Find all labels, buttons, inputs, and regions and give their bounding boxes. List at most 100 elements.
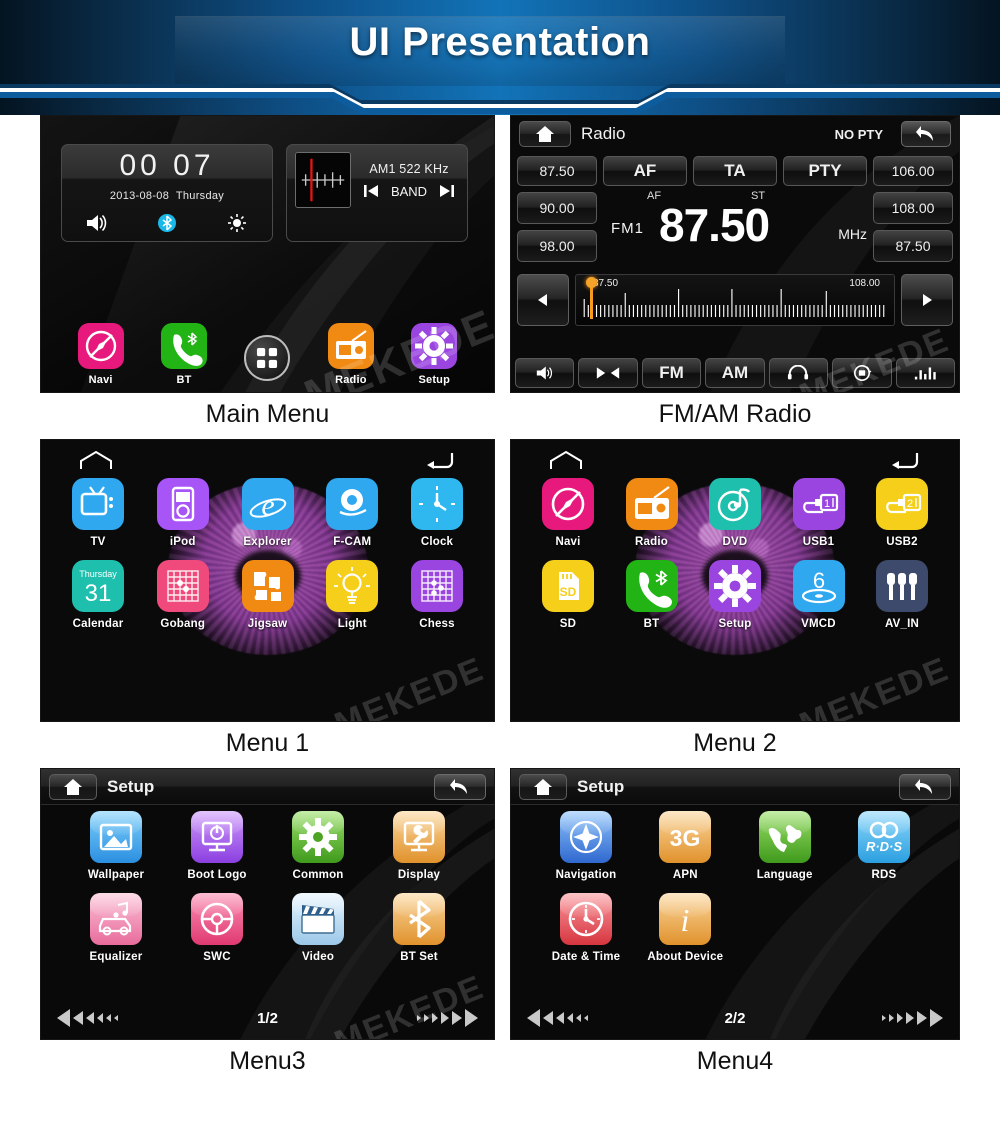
back-button[interactable] (434, 774, 486, 800)
3g-icon[interactable]: 3G (659, 811, 712, 863)
gear-icon[interactable] (411, 323, 458, 369)
dock-item-apps[interactable] (230, 335, 304, 386)
usb2-icon[interactable]: 2 (876, 478, 928, 530)
gear-icon[interactable] (292, 811, 344, 863)
display-wrench-icon[interactable] (393, 811, 445, 863)
radio-icon[interactable] (625, 478, 678, 530)
sd-icon[interactable]: SD (542, 560, 594, 612)
setup-item-video[interactable]: Video (277, 893, 359, 963)
prev-icon[interactable] (363, 184, 379, 198)
compass-icon[interactable] (77, 323, 124, 369)
main-menu-screen[interactable]: 00 07 2013-08-08 Thursday AM1 522 KHz BA… (40, 115, 495, 393)
volume-button[interactable] (515, 358, 575, 388)
menu1-screen[interactable]: TV iPod e Explorer F-CAM Clock Thursday … (40, 439, 495, 722)
app-radio[interactable]: Radio (613, 478, 691, 548)
app-usb2[interactable]: 2 USB2 (863, 478, 941, 548)
vmcd-icon[interactable]: 6 (792, 560, 845, 612)
image-icon[interactable] (90, 811, 142, 863)
setup-item-about-device[interactable]: i About Device (644, 893, 726, 963)
back-button[interactable] (899, 774, 951, 800)
car-music-icon[interactable] (90, 893, 142, 945)
setup-item-date-time[interactable]: Date & Time (545, 893, 627, 963)
apps-grid-icon[interactable] (244, 335, 291, 381)
bluetooth-icon[interactable] (393, 893, 445, 945)
preset-button[interactable]: 87.50 (873, 230, 953, 262)
setup-item-language[interactable]: Language (744, 811, 826, 881)
pty-button[interactable]: PTY (783, 156, 867, 186)
volume-icon[interactable] (84, 212, 110, 234)
preset-button[interactable]: 108.00 (873, 192, 953, 224)
scan-button[interactable] (832, 358, 892, 388)
app-jigsaw[interactable]: Jigsaw (229, 560, 307, 630)
dock-item-radio[interactable]: Radio (314, 323, 388, 386)
app-avin[interactable]: AV_IN (863, 560, 941, 630)
prev-page-arrows[interactable] (527, 1009, 705, 1027)
preset-button[interactable]: 87.50 (517, 156, 597, 186)
preset-button[interactable]: 98.00 (517, 230, 597, 262)
home-outline-icon[interactable] (79, 450, 113, 470)
frequency-scale[interactable]: 87.50 108.00 (575, 274, 895, 326)
setup-page2-screen[interactable]: Setup Navigation 3G APN Language R·D·S R… (510, 768, 960, 1040)
af-button[interactable]: AF (603, 156, 687, 186)
usb1-icon[interactable]: 1 (792, 478, 845, 530)
app-setup[interactable]: Setup (696, 560, 774, 630)
ipod-icon[interactable] (156, 478, 209, 530)
am-button[interactable]: AM (705, 358, 765, 388)
dock-item-bt[interactable]: BT (147, 323, 221, 386)
next-page-arrows[interactable] (765, 1009, 943, 1027)
gear-icon[interactable] (709, 560, 761, 612)
home-button[interactable] (519, 121, 571, 147)
fm-button[interactable]: FM (641, 358, 702, 388)
setup-item-bt-set[interactable]: BT Set (378, 893, 460, 963)
menu2-screen[interactable]: Navi Radio DVD 1 USB1 2 USB2 SD SD BT Se… (510, 439, 960, 722)
app-sd[interactable]: SD SD (529, 560, 607, 630)
rds-icon[interactable]: R·D·S (857, 811, 910, 863)
setup-item-navigation[interactable]: Navigation (545, 811, 627, 881)
clapper-icon[interactable] (292, 893, 344, 945)
band-button-label[interactable]: BAND (391, 184, 427, 199)
chess-icon[interactable] (411, 560, 463, 612)
home-button[interactable] (519, 774, 567, 800)
clock-widget[interactable]: 00 07 2013-08-08 Thursday (61, 144, 273, 242)
app-navi[interactable]: Navi (529, 478, 607, 548)
setup-item-swc[interactable]: SWC (176, 893, 258, 963)
bluetooth-icon[interactable] (154, 212, 180, 234)
bulb-icon[interactable] (326, 560, 379, 612)
camera-icon[interactable] (326, 478, 379, 530)
app-chess[interactable]: Chess (398, 560, 476, 630)
home-button[interactable] (49, 774, 97, 800)
setup-item-display[interactable]: Display (378, 811, 460, 881)
gobang-icon[interactable] (156, 560, 209, 612)
seek-button[interactable] (578, 358, 638, 388)
app-fcam[interactable]: F-CAM (313, 478, 391, 548)
preset-button[interactable]: 90.00 (517, 192, 597, 224)
power-monitor-icon[interactable] (191, 811, 243, 863)
equalizer-button[interactable] (895, 358, 955, 388)
ta-button[interactable]: TA (693, 156, 777, 186)
info-icon[interactable]: i (659, 893, 712, 945)
next-page-arrows[interactable] (298, 1009, 478, 1027)
app-bt[interactable]: BT (613, 560, 691, 630)
dvd-icon[interactable] (709, 478, 761, 530)
globe-icon[interactable] (758, 811, 811, 863)
compass-nav-icon[interactable] (560, 811, 612, 863)
app-calendar[interactable]: Thursday 31 Calendar (59, 560, 137, 630)
tune-up-button[interactable] (901, 274, 953, 326)
tune-down-button[interactable] (517, 274, 569, 326)
dock-item-setup[interactable]: Setup (397, 323, 471, 386)
back-button[interactable] (901, 121, 951, 147)
dock-item-navi[interactable]: Navi (64, 323, 138, 386)
setup-item-common[interactable]: Common (277, 811, 359, 881)
radio-screen[interactable]: Radio NO PTY 87.50 AF TA PTY 106.00 90.0… (510, 115, 960, 393)
setup-item-rds[interactable]: R·D·S RDS (843, 811, 925, 881)
steering-icon[interactable] (191, 893, 243, 945)
radio-icon[interactable] (327, 323, 374, 369)
setup-item-equalizer[interactable]: Equalizer (75, 893, 157, 963)
setup-item-wallpaper[interactable]: Wallpaper (75, 811, 157, 881)
compass-icon[interactable] (542, 478, 594, 530)
back-arrow-icon[interactable] (891, 450, 921, 470)
headphone-button[interactable] (768, 358, 829, 388)
explorer-icon[interactable]: e (241, 478, 294, 530)
app-ipod[interactable]: iPod (144, 478, 222, 548)
back-arrow-icon[interactable] (426, 450, 456, 470)
